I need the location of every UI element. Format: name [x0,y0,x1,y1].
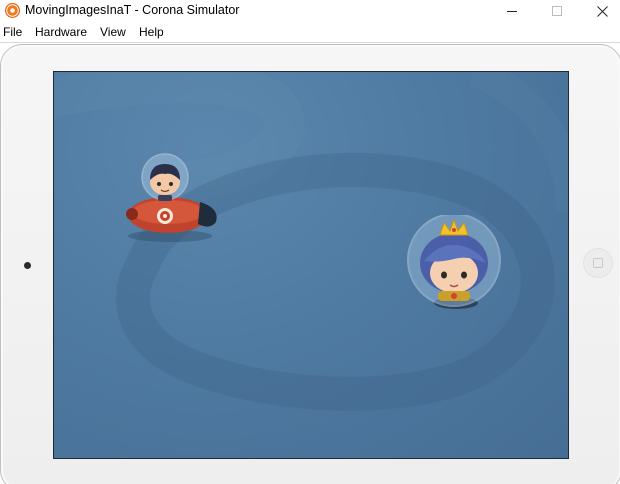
menu-hardware[interactable]: Hardware [35,25,87,39]
maximize-icon [552,6,562,16]
menu-bar: File Hardware View Help [0,22,620,42]
maximize-button[interactable] [534,0,580,22]
menu-file[interactable]: File [3,25,22,39]
menu-separator [0,42,620,43]
front-camera [24,262,31,269]
menu-view[interactable]: View [100,25,126,39]
corona-logo-icon [5,3,20,18]
menu-help[interactable]: Help [139,25,164,39]
close-button[interactable] [579,0,620,22]
window-title: MovingImagesInaT - Corona Simulator [25,3,240,17]
home-button[interactable] [583,248,613,278]
home-icon [593,258,603,268]
title-bar: MovingImagesInaT - Corona Simulator [0,0,620,22]
minimize-icon [507,10,517,12]
astronaut-queen-with-crown[interactable] [402,215,506,315]
minimize-button[interactable] [489,0,535,22]
close-icon [596,5,608,17]
astronaut-boy-on-rocket[interactable] [120,150,220,245]
